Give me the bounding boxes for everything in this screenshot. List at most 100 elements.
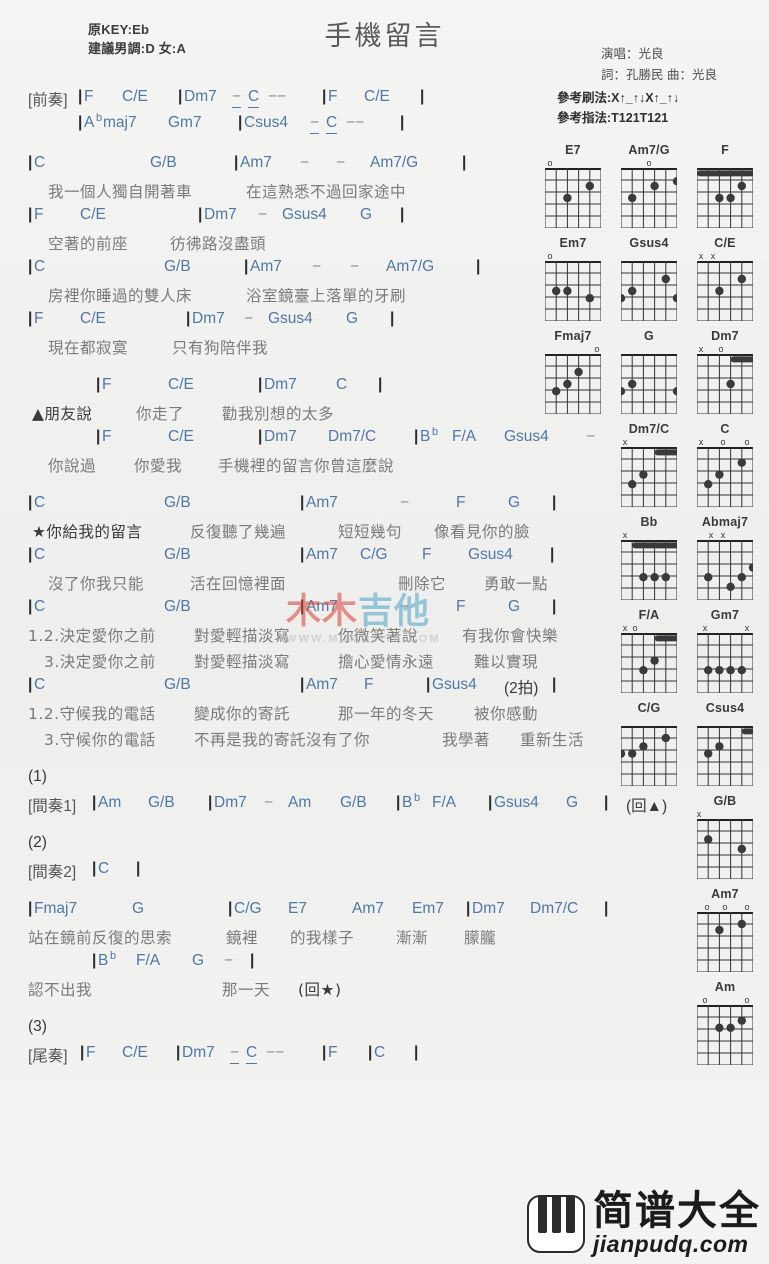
chord-line: [間奏2] | C | (0, 860, 540, 886)
chord-token: C (34, 598, 46, 615)
chord-token: Gsus4 (432, 676, 477, 693)
chord-string-markers: xx (692, 530, 758, 540)
chord-token: | (396, 794, 401, 811)
open-string-icon: o (547, 158, 553, 168)
open-string-icon: o (744, 437, 750, 447)
muted-string-icon: x (698, 344, 704, 354)
chord-line: | C G/B | Am7 F | Gsus4 (2拍) | (0, 676, 556, 702)
chord-token: C (246, 1044, 258, 1064)
chord-string-markers (616, 251, 682, 261)
chord-token: B (420, 428, 431, 445)
chord-diagram-name: Gm7 (710, 608, 740, 622)
lyric-line: 1.2.守候我的電話 變成你的寄託 那一年的冬天 被你感動 (0, 702, 540, 728)
chord-diagram: Csus4 (692, 701, 758, 786)
piano-icon (527, 1194, 585, 1253)
chord-line: (3) (0, 1018, 540, 1044)
chord-token: G/B (164, 598, 191, 615)
chord-string-markers (692, 158, 758, 168)
chord-token: Gsus4 (504, 428, 549, 445)
chord-token: Am7 (240, 154, 272, 171)
lyric-token: 1.2.守候我的電話 (28, 705, 156, 723)
chord-token: F (328, 1044, 338, 1061)
muted-string-icon: x (622, 623, 628, 633)
chord-line: [尾奏] | F C/E | Dm7− C −− | F | C | (0, 1044, 540, 1070)
chord-token: F/A (452, 428, 477, 445)
fretboard-grid (697, 633, 753, 693)
chord-token: | (28, 206, 33, 223)
chord-token: [尾奏] (28, 1048, 68, 1065)
chord-token: C (336, 376, 348, 393)
lyric-token: 鏡裡 (226, 929, 259, 947)
chord-token: Dm7 (182, 1044, 215, 1061)
chord-token: C/G (234, 900, 262, 917)
chord-token: −− (266, 1044, 285, 1061)
chord-token: | (368, 1044, 373, 1061)
chord-diagram-name: Abmaj7 (701, 515, 749, 529)
lyric-token: 被你感動 (474, 705, 539, 723)
chord-string-markers: x (616, 530, 682, 540)
chord-token: (2) (28, 834, 47, 851)
chord-diagram-name: F/A (638, 608, 660, 622)
chord-token: −− (268, 88, 287, 105)
fretboard-grid (621, 726, 677, 786)
chord-token: C/E (80, 310, 106, 327)
chord-string-markers: xo (616, 623, 682, 633)
playing-reference: 參考刷法:X↑_↑↓X↑_↑↓ 參考指法:T121T121 (551, 88, 767, 128)
open-string-icon: o (744, 995, 750, 1005)
chord-token: − (336, 154, 346, 171)
lyric-token: 手機裡的留言你曾這麼說 (218, 457, 395, 475)
lyric-token: 那一天 (222, 981, 271, 999)
open-string-icon: o (547, 251, 553, 261)
chord-token: | (426, 676, 431, 693)
chord-token: F (456, 494, 466, 511)
chord-diagram-name: Gsus4 (629, 236, 669, 250)
lyric-line: ★你給我的留言 反復聽了幾遍 短短幾句 像看見你的臉 (0, 520, 540, 546)
chord-token: Dm7 (264, 428, 297, 445)
open-string-icon: o (704, 902, 710, 912)
chord-token: | (28, 494, 33, 511)
open-string-icon: o (646, 158, 652, 168)
lyric-line: 站在鏡前反復的思索 鏡裡 的我樣子 漸漸 朦朧 (0, 926, 540, 952)
chord-line: | F C/E | Dm7 C | (0, 376, 540, 402)
chord-token: G (192, 952, 205, 969)
chord-token: maj7 (103, 114, 137, 131)
chord-token: E7 (288, 900, 307, 917)
chord-string-markers: ooo (692, 902, 758, 912)
chord-token: F/A (136, 952, 161, 969)
chord-diagram-name: Dm7 (711, 329, 739, 343)
chord-token: C (34, 546, 46, 563)
lyric-token: 不再是我的寄託沒有了你 (194, 731, 371, 749)
fretboard-grid (545, 261, 601, 321)
chord-token: | (300, 676, 305, 693)
lyric-line: 你說過 你愛我 手機裡的留言你曾這麼說 (0, 454, 540, 480)
fretboard-grid (697, 261, 753, 321)
chord-token: Am (288, 794, 312, 811)
chord-token: G/B (340, 794, 367, 811)
chord-diagram: F/A x o (616, 608, 682, 693)
chord-diagram-name: Csus4 (705, 701, 745, 715)
lyric-token: 現在都寂寞 (48, 339, 129, 357)
fretboard-grid (621, 168, 677, 228)
fretboard-grid (697, 540, 753, 600)
chord-token: | (234, 154, 239, 171)
chord-token: | (322, 1044, 327, 1061)
chord-token: | (198, 206, 203, 223)
chord-token: | (300, 598, 305, 615)
lyric-token: 活在回憶裡面 (190, 575, 287, 593)
lyric-token: 1.2.決定愛你之前 (28, 627, 156, 645)
chord-token: [間奏2] (28, 864, 77, 881)
chord-token: C/E (364, 88, 390, 105)
chord-token: | (28, 598, 33, 615)
chord-token: | (466, 900, 471, 917)
lyric-token: 的我樣子 (290, 929, 355, 947)
lyric-token: 對愛輕描淡寫 (194, 653, 291, 671)
chord-diagram-name: Bb (640, 515, 658, 529)
chord-line: (2) (0, 834, 540, 860)
chord-token: A (84, 114, 95, 131)
chord-token: | (28, 546, 33, 563)
